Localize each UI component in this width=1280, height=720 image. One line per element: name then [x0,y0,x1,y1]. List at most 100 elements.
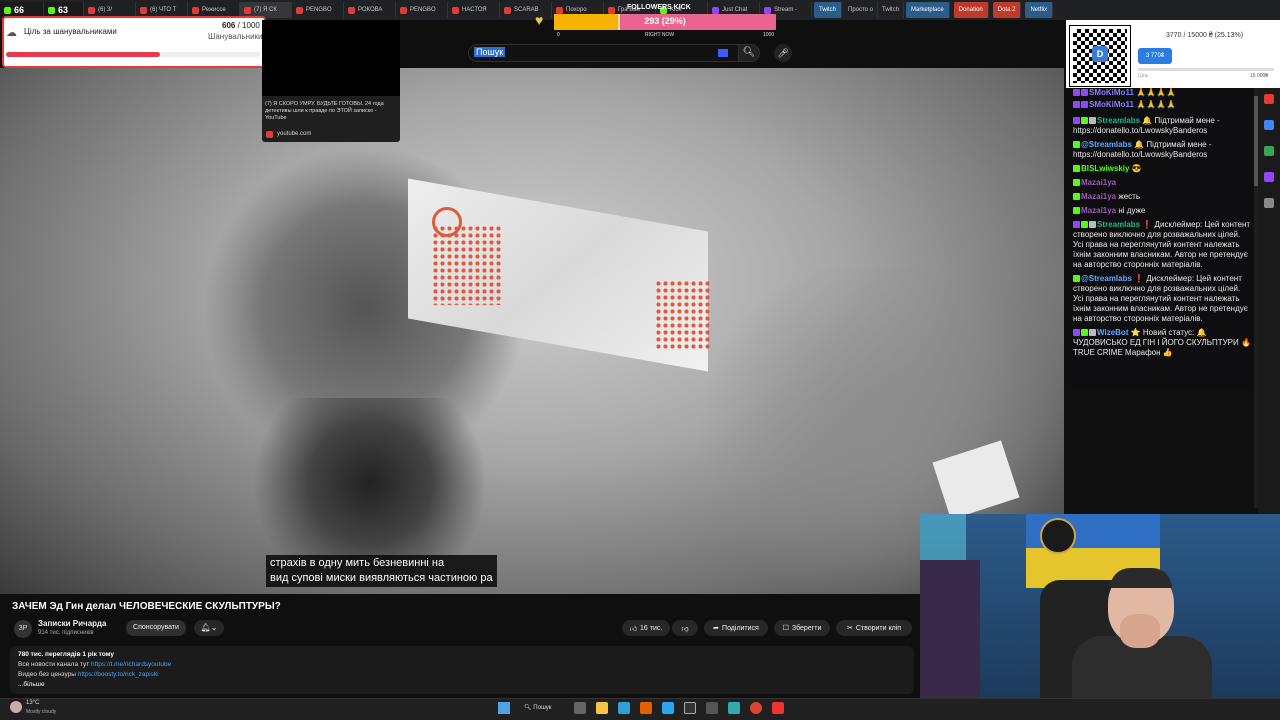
browser-tab[interactable]: НАСТОЯ [448,2,500,18]
preview-url: youtube.com [277,131,312,137]
chat-username[interactable]: SMoKiMo11 [1089,88,1134,97]
flag-emblem [1040,518,1076,554]
counter-right: 63 [58,5,69,15]
tab-label: (7) Я СК [254,7,277,13]
bookmark-prosto[interactable]: Просто о [844,2,879,18]
weather-icon[interactable] [10,701,22,713]
browser-tab[interactable]: РОКОВА [344,2,396,18]
goal-title: Ціль за шанувальниками [24,27,117,36]
task-view-icon[interactable] [574,702,586,714]
bookmark-twitch[interactable]: Twitch [814,2,843,18]
views-line: 780 тис. переглядів 1 рік тому [18,651,114,658]
bookmark-marketplace[interactable]: Marketplace [906,2,950,18]
video-dot-pattern [432,225,502,305]
followers-title: FOLLOWERS KICK [627,4,691,11]
windows-start-icon[interactable] [498,702,510,714]
sidepanel-icon[interactable] [1264,146,1274,156]
chat-username[interactable]: BlSLwiwskiy [1081,164,1129,173]
chat-message: @Streamlabs ❗ Дисклеймер: Цей контент ст… [1073,274,1251,324]
channel-name[interactable]: Записки Ричарда [38,619,106,628]
like-button[interactable]: 👍︎ 16 тис. [622,620,670,636]
chat-text: 🙏🙏🙏🙏 [1136,100,1176,109]
chat-username[interactable]: @Streamlabs [1081,140,1132,149]
chat-badges [1073,328,1097,337]
channel-avatar[interactable]: ЗР [14,620,32,638]
sidepanel-icon[interactable] [1264,94,1274,104]
bookmark-dota[interactable]: Dota 2 [992,2,1022,18]
chat-username[interactable]: Streamlabs [1097,116,1140,125]
dislike-button[interactable]: 👎︎ [672,620,698,636]
bookmark-donation[interactable]: Donation [953,2,989,18]
notification-bell-button[interactable]: 🔔︎⌄ [194,620,224,636]
kick-badge-icon [1073,165,1080,173]
show-more-link[interactable]: ...більше [18,680,906,690]
chat-username[interactable]: Mazai1ya [1081,206,1116,215]
edge-icon[interactable] [618,702,630,714]
chat-message: WizeBot ⭐ Новий статус: 🔔 ЧУДОВИСЬКО ЕД … [1073,328,1251,358]
youtube-icon [556,6,563,14]
desc-link[interactable]: https://boosty.to/rick_zapiski [78,671,159,678]
file-explorer-icon[interactable] [596,702,608,714]
telegram-icon[interactable] [662,702,674,714]
chat-username[interactable]: Streamlabs [1097,220,1140,229]
chat-username[interactable]: Mazai1ya [1081,178,1116,187]
followers-count: 293 (29%) [644,16,686,26]
chat-username[interactable]: WizeBot [1097,328,1128,337]
save-label: Зберегти [791,624,822,632]
app-icon[interactable] [706,702,718,714]
tab-label: (6) 3/ [98,7,113,13]
sidepanel-icon[interactable] [1264,198,1274,208]
donation-total-badge: 3 770₴ [1138,48,1172,64]
browser-tab[interactable]: PENGBO [396,2,448,18]
youtube-icon [296,6,303,14]
twitch-icon [764,6,771,14]
obs-icon[interactable] [684,702,696,714]
twitch-badge-icon [1073,221,1080,229]
app-icon[interactable] [772,702,784,714]
twitch-badge-icon [1073,101,1080,109]
chrome-icon[interactable] [750,702,762,714]
app-icon[interactable] [728,702,740,714]
clip-button[interactable]: ✂ Створити кліп [836,620,912,636]
sponsor-button[interactable]: Спонсорувати [126,620,186,636]
chat-badges [1073,274,1081,283]
search-button[interactable]: 🔍︎ [738,44,760,62]
goal-progress-fill [6,52,160,57]
cloud-icon: ☁ [6,27,17,39]
kick-badge-icon [1073,141,1080,149]
chat-badges [1073,164,1081,173]
kick-badge-icon [1073,207,1080,215]
taskbar-search[interactable]: 🔍︎ Пошук [524,702,564,714]
chat-username[interactable]: Mazai1ya [1081,192,1116,201]
youtube-icon [244,6,251,14]
sidepanel-icon[interactable] [1264,120,1274,130]
chat-username[interactable]: @Streamlabs [1081,274,1132,283]
share-button[interactable]: ➦ Поділитися [704,620,768,636]
goal-unit: Шанувальники [208,32,263,41]
bookmark-netflix[interactable]: Netflix [1025,2,1054,18]
qr-logo: D [1092,46,1108,62]
keyboard-icon[interactable] [718,49,728,57]
bot-badge-icon [1089,329,1096,337]
sidepanel-icon[interactable] [1264,172,1274,182]
desc-link[interactable]: https://t.me/richardsyoutube [91,661,171,668]
bookmark-label: Netflix [1030,7,1048,13]
bookmark-icon: ☐ [782,625,789,632]
mic-button[interactable]: 🎤︎ [774,44,792,62]
firefox-icon[interactable] [640,702,652,714]
twitch-badge-icon [1073,329,1080,337]
video-description[interactable]: 780 тис. переглядів 1 рік тому Все новос… [10,646,914,694]
chat-badges [1073,178,1081,187]
webcam-shelf [920,560,980,698]
bookmark-twitch-2[interactable]: Twitch [878,2,905,18]
twitch-badge-icon [1073,89,1080,97]
taskbar-search-label: Пошук [533,705,552,711]
chat-message: SMoKiMo11 🙏🙏🙏🙏 [1073,88,1251,98]
search-input[interactable] [468,44,740,62]
scissors-icon: ✂ [846,625,853,632]
save-button[interactable]: ☐ Зберегти [774,620,830,636]
browser-tab[interactable]: PENGBO [292,2,344,18]
chat-username[interactable]: SMoKiMo11 [1089,100,1134,109]
chat-message: @Streamlabs 🔔 Підтримай мене - https://d… [1073,140,1251,160]
browser-tab[interactable]: SCARAB [500,2,552,18]
